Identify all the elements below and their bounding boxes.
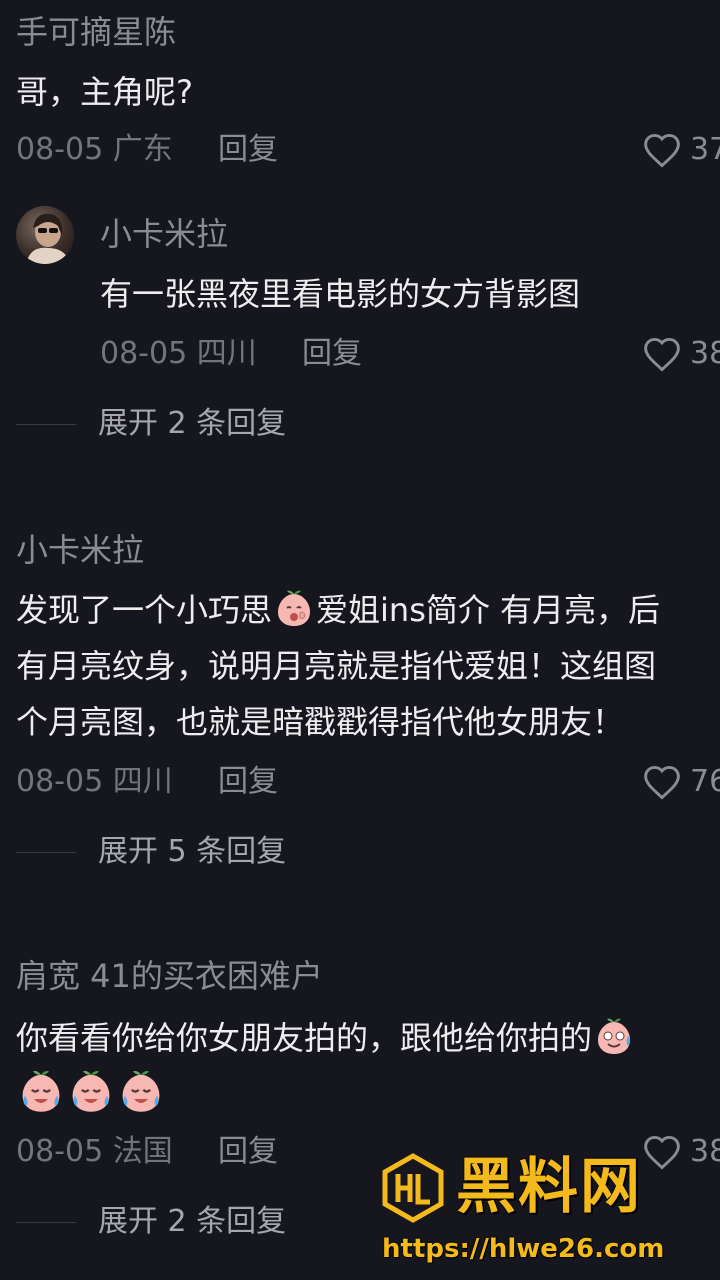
comment-4-text-part: 你看看你给你女朋友拍的，跟他给你拍的 — [16, 1019, 593, 1057]
comment-3-username[interactable]: 小卡米拉 — [16, 530, 144, 570]
comment-2-text: 有一张黑夜里看电影的女方背影图 — [100, 275, 581, 313]
comment-2-username[interactable]: 小卡米拉 — [100, 214, 228, 254]
comment-4-text-line1: 你看看你给你女朋友拍的，跟他给你拍的 — [16, 1016, 636, 1058]
comment-2-expand-replies[interactable]: 展开 2 条回复 — [16, 406, 286, 442]
comment-3-date: 08-05 — [16, 764, 104, 799]
comment-1-location: 广东 — [112, 132, 173, 167]
comment-3-location: 四川 — [112, 764, 173, 799]
comment-2-like-count: 38 — [690, 336, 720, 371]
comment-4-expand-label: 展开 2 条回复 — [98, 1204, 287, 1239]
divider — [16, 1221, 76, 1223]
comment-4-expand-replies[interactable]: 展开 2 条回复 — [16, 1204, 286, 1240]
comment-1-like-count: 37 — [690, 132, 720, 167]
divider — [16, 851, 76, 853]
comment-3-like-button[interactable]: 76 — [642, 764, 720, 800]
heart-outline-icon — [644, 765, 680, 800]
avatar-photo — [26, 213, 70, 264]
comment-2-date: 08-05 — [100, 336, 188, 371]
watermark-logo — [378, 1152, 452, 1232]
heart-outline-icon — [644, 1135, 680, 1170]
comment-3-text-line3: 个月亮图，也就是暗戳戳得指代他女朋友！ — [16, 703, 625, 741]
comment-2-like-button[interactable]: 38 — [642, 336, 720, 372]
heart-outline-icon — [644, 133, 680, 168]
comment-1-like-button[interactable]: 37 — [642, 132, 720, 168]
avatar[interactable] — [16, 206, 74, 264]
comment-4-username[interactable]: 肩宽 41的买衣困难户 — [16, 956, 323, 996]
crying-peach-emoji — [22, 1071, 60, 1112]
comment-3-reply-button[interactable]: 回复 — [218, 764, 278, 800]
comment-1-username[interactable]: 手可摘星陈 — [16, 12, 176, 52]
comment-3-expand-replies[interactable]: 展开 5 条回复 — [16, 834, 286, 870]
comment-3-text-part-a: 发现了一个小巧思 — [16, 591, 273, 629]
comment-1-date: 08-05 — [16, 132, 104, 167]
comment-4-meta: 08-05 法国 — [16, 1134, 173, 1170]
crying-peach-emoji — [122, 1071, 160, 1112]
comment-3-text-line1: 发现了一个小巧思 爱姐ins简介 有月亮，后 — [16, 588, 660, 630]
divider — [16, 423, 76, 425]
comment-4-location: 法国 — [112, 1134, 173, 1169]
comment-4-like-count: 38 — [690, 1134, 720, 1169]
comment-4-emoji-row — [16, 1068, 166, 1114]
comment-4-like-button[interactable]: 38 — [642, 1134, 720, 1170]
comment-3-like-count: 76 — [690, 764, 720, 799]
heart-outline-icon — [644, 337, 680, 372]
comment-2-expand-label: 展开 2 条回复 — [98, 406, 287, 441]
comment-2-meta: 08-05 四川 — [100, 336, 257, 372]
comment-1-meta: 08-05 广东 — [16, 132, 173, 168]
comment-1-text: 哥，主角呢? — [16, 73, 193, 111]
comment-4-reply-button[interactable]: 回复 — [218, 1134, 278, 1170]
crying-peach-emoji — [72, 1071, 110, 1112]
hexagon-logo-icon — [382, 1153, 444, 1223]
comment-3-meta: 08-05 四川 — [16, 764, 173, 800]
comment-1-reply-button[interactable]: 回复 — [218, 132, 278, 168]
comment-3-text-part-b: 爱姐ins简介 有月亮，后 — [316, 591, 661, 629]
peach-face-emoji — [278, 590, 311, 626]
comment-2-location: 四川 — [196, 336, 257, 371]
watermark-title: 黑料网 — [456, 1152, 642, 1222]
peach-face-emoji — [598, 1018, 631, 1054]
watermark-url: https://hlwe26.com — [382, 1234, 665, 1264]
comment-3-expand-label: 展开 5 条回复 — [98, 834, 287, 869]
comment-2-reply-button[interactable]: 回复 — [302, 336, 362, 372]
comment-4-date: 08-05 — [16, 1134, 104, 1169]
comment-3-text-line2: 有月亮纹身，说明月亮就是指代爱姐！这组图 — [16, 647, 657, 685]
